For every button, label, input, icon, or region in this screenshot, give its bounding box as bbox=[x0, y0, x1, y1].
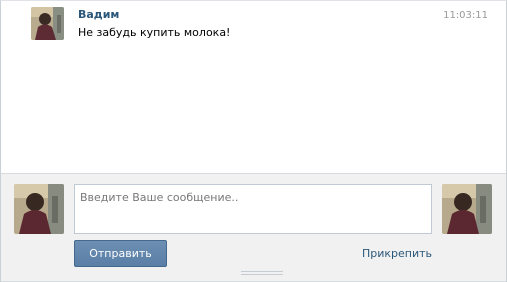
send-button[interactable]: Отправить bbox=[74, 240, 167, 267]
attach-link[interactable]: Прикрепить bbox=[362, 247, 432, 261]
user-photo-icon[interactable] bbox=[14, 184, 64, 234]
message-timestamp: 11:03:11 bbox=[443, 10, 488, 21]
resize-grip-line bbox=[241, 271, 283, 272]
resize-grip-line bbox=[241, 274, 283, 275]
compose-panel: Отправить Прикрепить bbox=[1, 173, 506, 282]
user-photo-icon[interactable] bbox=[442, 184, 492, 234]
message-text: Не забудь купить молока! bbox=[78, 26, 231, 39]
resize-handle[interactable] bbox=[241, 271, 283, 278]
chat-window: Вадим 11:03:11 Не забудь купить молока! bbox=[0, 0, 507, 282]
message-input[interactable] bbox=[74, 184, 432, 234]
message-author[interactable]: Вадим bbox=[78, 8, 119, 22]
message-item: Вадим 11:03:11 Не забудь купить молока! bbox=[1, 1, 506, 47]
user-photo-icon[interactable] bbox=[31, 7, 64, 40]
message-history: Вадим 11:03:11 Не забудь купить молока! bbox=[1, 1, 506, 173]
